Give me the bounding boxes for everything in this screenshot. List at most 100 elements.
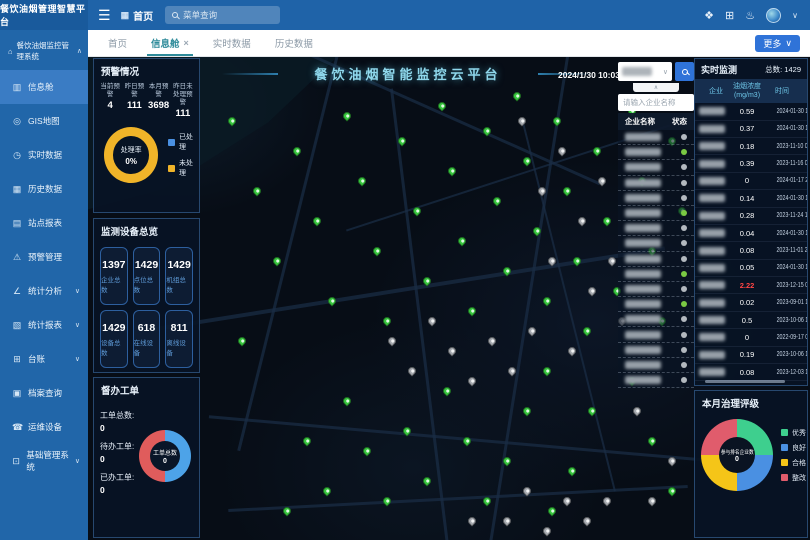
collapse-handle[interactable]: ∧ [633,83,679,92]
map-pin[interactable] [566,345,577,356]
tab-历史数据[interactable]: 历史数据 [263,30,325,56]
sidebar-item-台账[interactable]: ⊞台账∨ [0,342,88,376]
table-row[interactable]: 0.082023-11-01 22:25:00 [695,242,807,259]
list-item[interactable] [618,373,694,388]
map-pin[interactable] [466,375,477,386]
device-card-企业总数[interactable]: 1397企业总数 [100,247,128,305]
map-pin[interactable] [541,525,552,536]
map-pin[interactable] [561,185,572,196]
apps-grid-icon[interactable]: ⊞ [725,9,734,22]
map-pin[interactable] [446,345,457,356]
table-row[interactable]: 0.052024-01-30 10:03:00 [695,260,807,277]
table-row[interactable]: 0.52023-10-06 16:44:00 [695,312,807,329]
list-item[interactable] [618,206,694,221]
map-pin[interactable] [361,445,372,456]
list-item[interactable] [618,145,694,160]
map-pin[interactable] [441,385,452,396]
map-pin[interactable] [341,110,352,121]
map-pin[interactable] [541,365,552,376]
list-item[interactable] [618,236,694,251]
map-pin[interactable] [541,295,552,306]
notification-icon[interactable]: ♨ [745,9,755,22]
map-pin[interactable] [356,175,367,186]
map-pin[interactable] [511,90,522,101]
map-pin[interactable] [551,115,562,126]
list-item[interactable] [618,176,694,191]
map-pin[interactable] [371,245,382,256]
tab-首页[interactable]: 首页 [96,30,139,56]
list-item[interactable] [618,267,694,282]
map-pin[interactable] [491,195,502,206]
map-pin[interactable] [381,495,392,506]
list-item[interactable] [618,312,694,327]
more-button[interactable]: 更多 ∨ [755,35,800,52]
sidebar-item-运维设备[interactable]: ☎运维设备 [0,410,88,444]
map-pin[interactable] [301,435,312,446]
table-row[interactable]: 0.042024-01-30 10:03:00 [695,225,807,242]
list-item[interactable] [618,297,694,312]
list-item[interactable] [618,221,694,236]
sidebar-item-统计分析[interactable]: ∠统计分析∨ [0,274,88,308]
list-item[interactable] [618,327,694,342]
device-card-机组总数[interactable]: 1429机组总数 [165,247,193,305]
map-pin[interactable] [426,315,437,326]
sidebar-item-统计报表[interactable]: ▧统计报表∨ [0,308,88,342]
map-pin[interactable] [581,515,592,526]
table-row[interactable]: 0.372024-01-30 10:03:00 [695,121,807,138]
map-pin[interactable] [386,335,397,346]
map-pin[interactable] [466,305,477,316]
map-pin[interactable] [456,235,467,246]
horizontal-scrollbar[interactable] [705,380,785,383]
list-item[interactable] [618,282,694,297]
sidebar-item-历史数据[interactable]: ▦历史数据 [0,172,88,206]
map-pin[interactable] [321,485,332,496]
table-row[interactable]: 0.082023-12-03 12:47:00 [695,364,807,381]
chevron-down-icon[interactable]: ∨ [792,11,798,20]
sidebar-item-档案查询[interactable]: ▣档案查询 [0,376,88,410]
list-item[interactable] [618,130,694,145]
table-row[interactable]: 0.592024-01-30 10:03:00 [695,103,807,120]
list-item[interactable] [618,343,694,358]
map-pin[interactable] [586,285,597,296]
list-item[interactable] [618,252,694,267]
map-pin[interactable] [446,165,457,176]
map-pin[interactable] [271,255,282,266]
table-row[interactable]: 0.182023-11-10 03:45:00 [695,138,807,155]
map-pin[interactable] [311,215,322,226]
list-item[interactable] [618,160,694,175]
map-pin[interactable] [546,505,557,516]
table-row[interactable]: 0.282023-11-24 13:00:00 [695,208,807,225]
map-pin[interactable] [381,315,392,326]
menu-search-input[interactable]: 菜单查询 [165,6,280,24]
map-pin[interactable] [571,255,582,266]
map-pin[interactable] [576,215,587,226]
tab-信息舱[interactable]: 信息舱× [139,30,201,56]
map-pin[interactable] [516,115,527,126]
device-card-离线设备[interactable]: 811离线设备 [165,310,193,368]
sidebar-item-站点报表[interactable]: ▤站点报表 [0,206,88,240]
theme-skin-icon[interactable]: ❖ [704,9,714,22]
map-pin[interactable] [341,395,352,406]
table-row[interactable]: 0.142024-01-30 10:03:00 [695,190,807,207]
table-row[interactable]: 02024-01-17 22:53:00 [695,173,807,190]
map-pin[interactable] [486,335,497,346]
user-avatar[interactable] [766,8,781,23]
sidebar-group-header[interactable]: ⌂ 餐饮油烟监控管理系统 ∧ [0,30,88,70]
map-pin[interactable] [561,495,572,506]
device-card-点位总数[interactable]: 1429点位总数 [133,247,161,305]
map-pin[interactable] [601,495,612,506]
map-pin[interactable] [466,515,477,526]
home-shortcut[interactable]: ▦ 首页 [121,8,154,23]
company-select[interactable]: ∨ [618,62,672,81]
table-row[interactable]: 0.022023-09-01 17:39:00 [695,294,807,311]
map-pin[interactable] [556,145,567,156]
sidebar-item-信息舱[interactable]: ▥信息舱 [0,70,88,104]
table-row[interactable]: 0.392023-11-16 08:04:00 [695,155,807,172]
close-icon[interactable]: × [184,38,189,48]
map-pin[interactable] [251,185,262,196]
map-pin[interactable] [631,405,642,416]
company-name-input[interactable]: 请输入企业名称 [618,94,694,111]
map-pin[interactable] [526,325,537,336]
map-pin[interactable] [521,405,532,416]
map-pin[interactable] [406,365,417,376]
